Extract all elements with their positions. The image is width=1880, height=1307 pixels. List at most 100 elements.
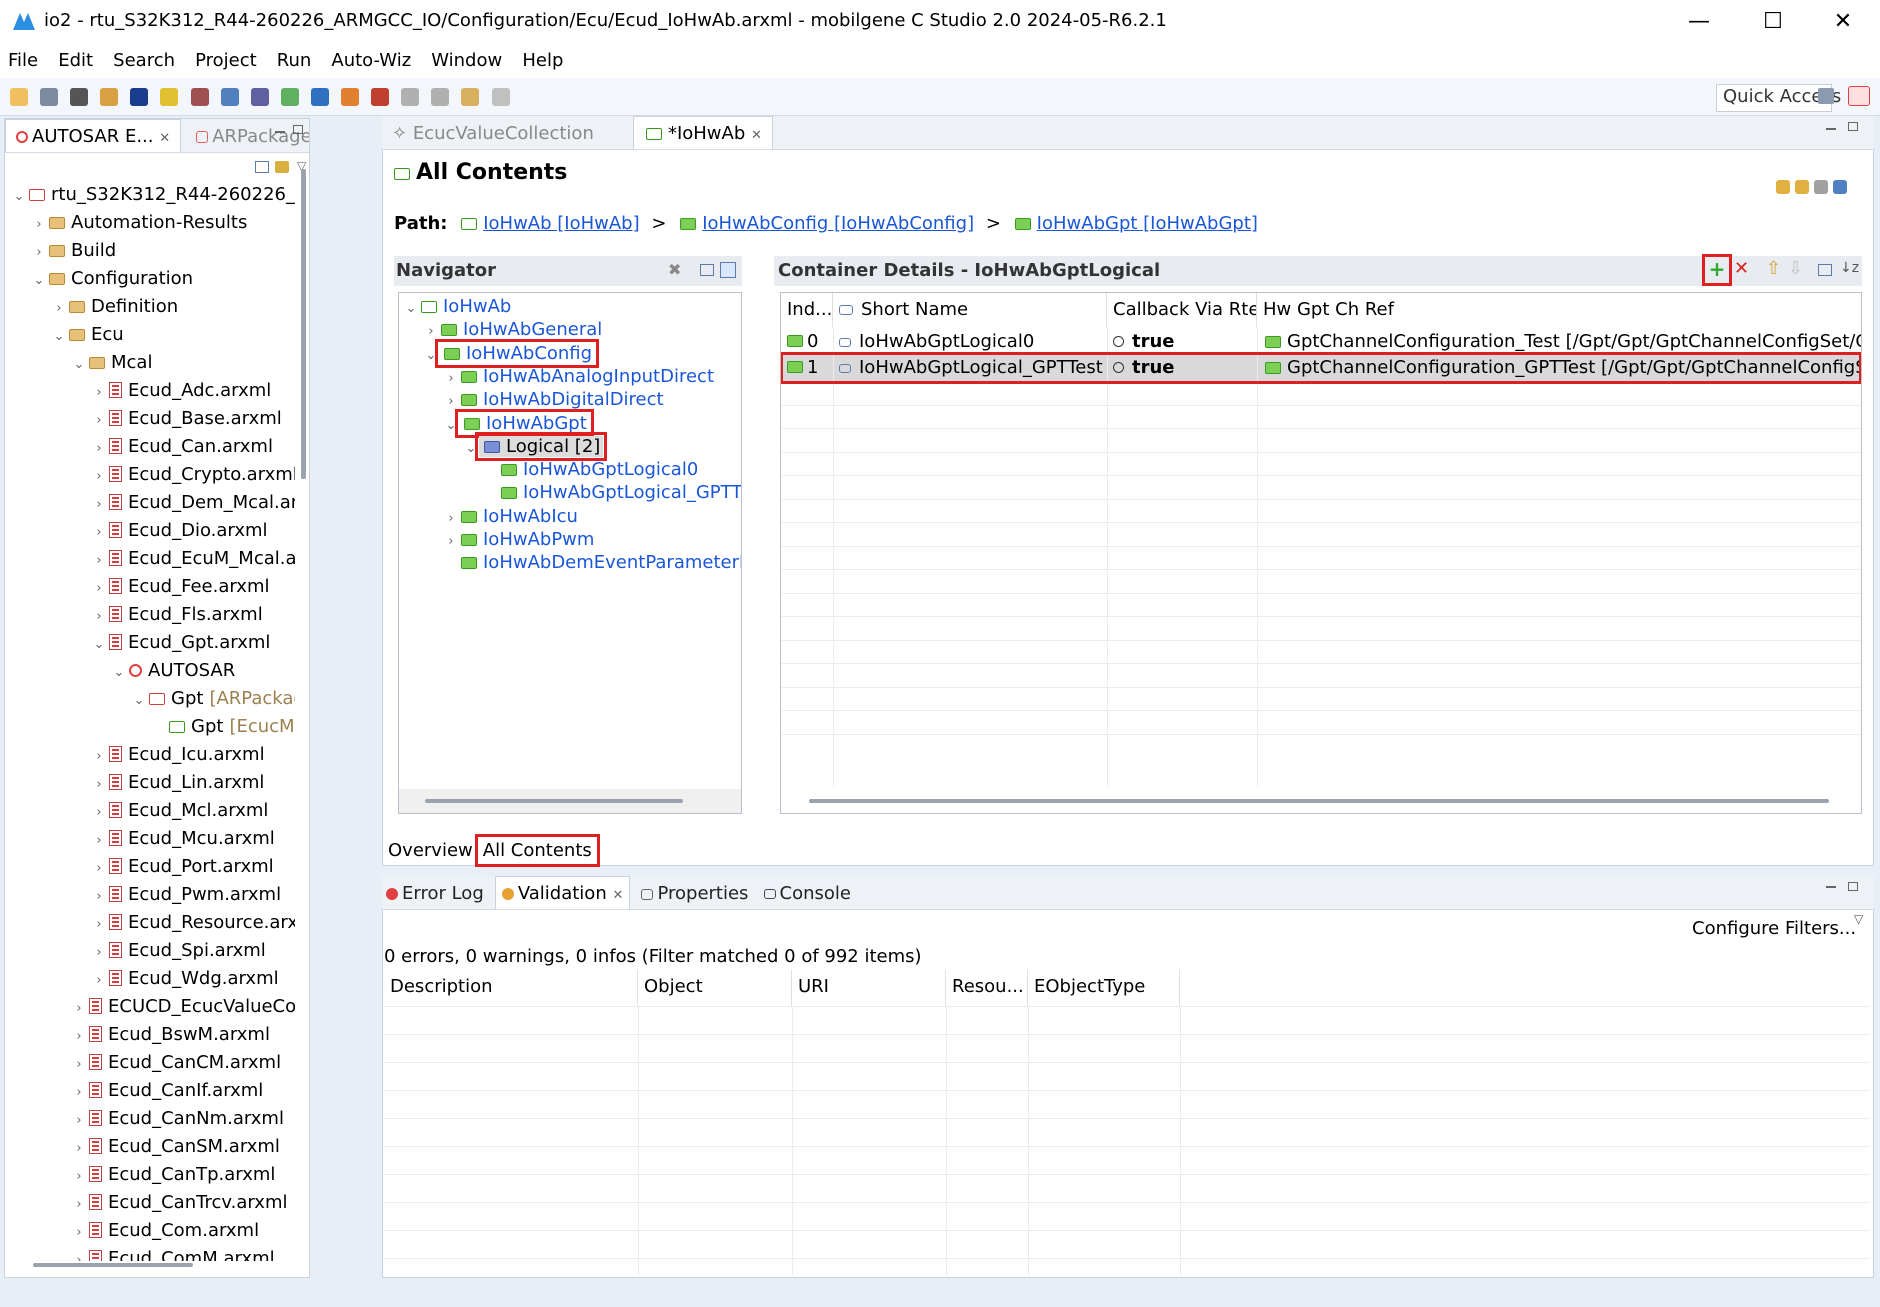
twistie-icon[interactable]: › bbox=[91, 939, 107, 967]
tree-item[interactable]: › Ecud_Port.arxml bbox=[91, 853, 273, 883]
text-icon[interactable] bbox=[130, 88, 149, 106]
twistie-icon[interactable]: › bbox=[71, 1191, 87, 1219]
warning-icon[interactable] bbox=[341, 88, 360, 106]
tree-item[interactable]: › Ecud_Base.arxml bbox=[91, 405, 281, 435]
column-uri[interactable]: URI bbox=[792, 970, 946, 1006]
twistie-icon[interactable]: ⌄ bbox=[403, 297, 419, 321]
tree-item[interactable]: › Ecud_CanIf.arxml bbox=[71, 1077, 263, 1105]
twistie-icon[interactable]: › bbox=[91, 435, 107, 463]
minimize-button[interactable]: — bbox=[1674, 6, 1724, 38]
twistie-icon[interactable]: ⌄ bbox=[111, 659, 127, 687]
tab-autosar-explorer[interactable]: AUTOSAR E... ✕ bbox=[5, 119, 182, 152]
tree-item[interactable]: › Ecud_BswM.arxml bbox=[71, 1021, 270, 1049]
move-up-icon[interactable]: ⇧ bbox=[1766, 258, 1781, 279]
twistie-icon[interactable]: › bbox=[91, 855, 107, 883]
twistie-icon[interactable]: › bbox=[91, 575, 107, 603]
tree-item[interactable]: › Ecud_CanNm.arxml bbox=[71, 1105, 284, 1133]
twistie-icon[interactable]: › bbox=[91, 967, 107, 995]
bug-icon[interactable] bbox=[371, 88, 390, 106]
tree-item[interactable]: ⌄ rtu_S32K312_R44-260226_ARMGCC_ bbox=[11, 181, 295, 209]
tree-item[interactable]: ⌄ Ecud_Gpt.arxml bbox=[91, 629, 271, 657]
navigator-item[interactable]: › IoHwAbAnalogInputDirect bbox=[443, 365, 714, 389]
chevron-down-icon[interactable]: ▽ bbox=[1854, 912, 1863, 926]
column-eobjecttype[interactable]: EObjectType bbox=[1028, 970, 1180, 1006]
breadcrumb-iohwabconfig[interactable]: IoHwAbConfig [IoHwAbConfig] bbox=[702, 213, 974, 234]
tree-item[interactable]: › Ecud_Mcl.arxml bbox=[91, 797, 268, 825]
twistie-icon[interactable]: › bbox=[71, 1023, 87, 1051]
breadcrumb-iohwabgpt[interactable]: IoHwAbGpt [IoHwAbGpt] bbox=[1037, 213, 1258, 234]
add-container-button[interactable]: + bbox=[1702, 254, 1732, 286]
tree-item[interactable]: ⌄ Gpt[ARPackage] bbox=[131, 685, 295, 713]
move-down-icon[interactable]: ⇩ bbox=[1788, 258, 1803, 279]
collapse-all-icon[interactable] bbox=[255, 161, 269, 173]
edit-icon[interactable] bbox=[1818, 264, 1832, 276]
swap-icon[interactable] bbox=[1795, 179, 1810, 194]
tree-item[interactable]: ⌄ AUTOSAR bbox=[111, 657, 236, 687]
tree-item[interactable]: › Ecud_Icu.arxml bbox=[91, 741, 264, 771]
navigator-item[interactable]: › IoHwAbIcu bbox=[443, 505, 578, 529]
import-icon[interactable] bbox=[220, 88, 239, 106]
expand-icon[interactable] bbox=[700, 264, 714, 276]
twistie-icon[interactable]: › bbox=[31, 239, 47, 267]
twistie-icon[interactable]: › bbox=[71, 1051, 87, 1079]
twistie-icon[interactable]: › bbox=[91, 463, 107, 491]
tab-properties[interactable]: Properties bbox=[635, 877, 754, 910]
twistie-icon[interactable]: › bbox=[71, 1135, 87, 1163]
forward-icon[interactable] bbox=[491, 88, 510, 106]
tree-item[interactable]: › Ecud_Com.arxml bbox=[71, 1217, 259, 1245]
horizontal-scrollbar[interactable] bbox=[425, 799, 683, 803]
twistie-icon[interactable]: ⌄ bbox=[31, 267, 47, 295]
tree-item[interactable]: › Ecud_CanCM.arxml bbox=[71, 1049, 281, 1077]
maximize-view-icon[interactable] bbox=[293, 125, 303, 134]
column-callback[interactable]: Callback Via Rte bbox=[1107, 293, 1257, 327]
close-button[interactable]: ✕ bbox=[1818, 6, 1868, 38]
tree-item[interactable]: › Ecud_Adc.arxml bbox=[91, 377, 271, 405]
close-icon[interactable]: ✕ bbox=[159, 131, 170, 146]
twistie-icon[interactable]: ⌄ bbox=[71, 351, 87, 379]
tab-console[interactable]: Console bbox=[760, 877, 855, 910]
configure-filters-link[interactable]: Configure Filters... bbox=[1692, 918, 1856, 939]
list-icon[interactable] bbox=[720, 262, 736, 278]
menu-file[interactable]: File bbox=[0, 44, 45, 71]
twistie-icon[interactable]: › bbox=[91, 603, 107, 631]
home-icon[interactable] bbox=[1814, 179, 1829, 194]
twistie-icon[interactable]: ⌄ bbox=[11, 183, 27, 211]
tree-item[interactable]: › Definition bbox=[51, 293, 178, 321]
tree-item[interactable]: › Ecud_ComM.arxml bbox=[71, 1245, 275, 1261]
menu-project[interactable]: Project bbox=[187, 44, 264, 71]
twistie-icon[interactable]: › bbox=[91, 407, 107, 435]
maximize-bottom-icon[interactable] bbox=[1848, 882, 1858, 891]
minimize-view-icon[interactable] bbox=[275, 131, 285, 133]
tree-item[interactable]: › Build bbox=[31, 237, 116, 265]
maximize-button[interactable]: ☐ bbox=[1748, 6, 1798, 38]
column-short-name[interactable]: Short Name bbox=[833, 293, 1107, 327]
breadcrumb-iohwab[interactable]: IoHwAb [IoHwAb] bbox=[483, 213, 639, 234]
twistie-icon[interactable]: › bbox=[91, 883, 107, 911]
maximize-editor-icon[interactable] bbox=[1848, 122, 1858, 131]
twistie-icon[interactable]: › bbox=[91, 799, 107, 827]
tree-item[interactable]: › Ecud_Fls.arxml bbox=[91, 601, 262, 631]
twistie-icon[interactable]: › bbox=[91, 911, 107, 939]
delete-icon[interactable]: ✕ bbox=[1734, 258, 1749, 279]
twistie-icon[interactable]: › bbox=[91, 743, 107, 771]
navigator-item[interactable]: ⌄ IoHwAbGpt bbox=[443, 408, 594, 438]
twistie-icon[interactable]: › bbox=[71, 1247, 87, 1261]
sort-icon[interactable]: ↓z bbox=[1840, 260, 1859, 276]
clear-icon[interactable]: ✖ bbox=[668, 260, 681, 279]
tree-item[interactable]: › Ecud_Can.arxml bbox=[91, 433, 273, 461]
down-icon[interactable] bbox=[401, 88, 420, 106]
minimize-editor-icon[interactable] bbox=[1826, 128, 1836, 130]
navigator-item[interactable]: IoHwAbGptLogical0 bbox=[483, 458, 698, 482]
column-object[interactable]: Object bbox=[638, 970, 792, 1006]
tree-item[interactable]: › Ecud_Pwm.arxml bbox=[91, 881, 281, 909]
save-icon[interactable] bbox=[40, 88, 59, 106]
close-icon[interactable]: ✕ bbox=[612, 888, 623, 903]
menu-auto-wiz[interactable]: Auto-Wiz bbox=[323, 44, 418, 71]
twistie-icon[interactable]: ⌄ bbox=[423, 344, 439, 368]
twistie-icon[interactable]: › bbox=[71, 995, 87, 1023]
twistie-icon[interactable]: › bbox=[51, 295, 67, 323]
column-hw-gpt-ch-ref[interactable]: Hw Gpt Ch Ref bbox=[1257, 293, 1861, 327]
twistie-icon[interactable]: ⌄ bbox=[51, 323, 67, 351]
sync-icon[interactable] bbox=[1776, 179, 1790, 194]
autosar-perspective-icon[interactable] bbox=[1848, 86, 1870, 106]
